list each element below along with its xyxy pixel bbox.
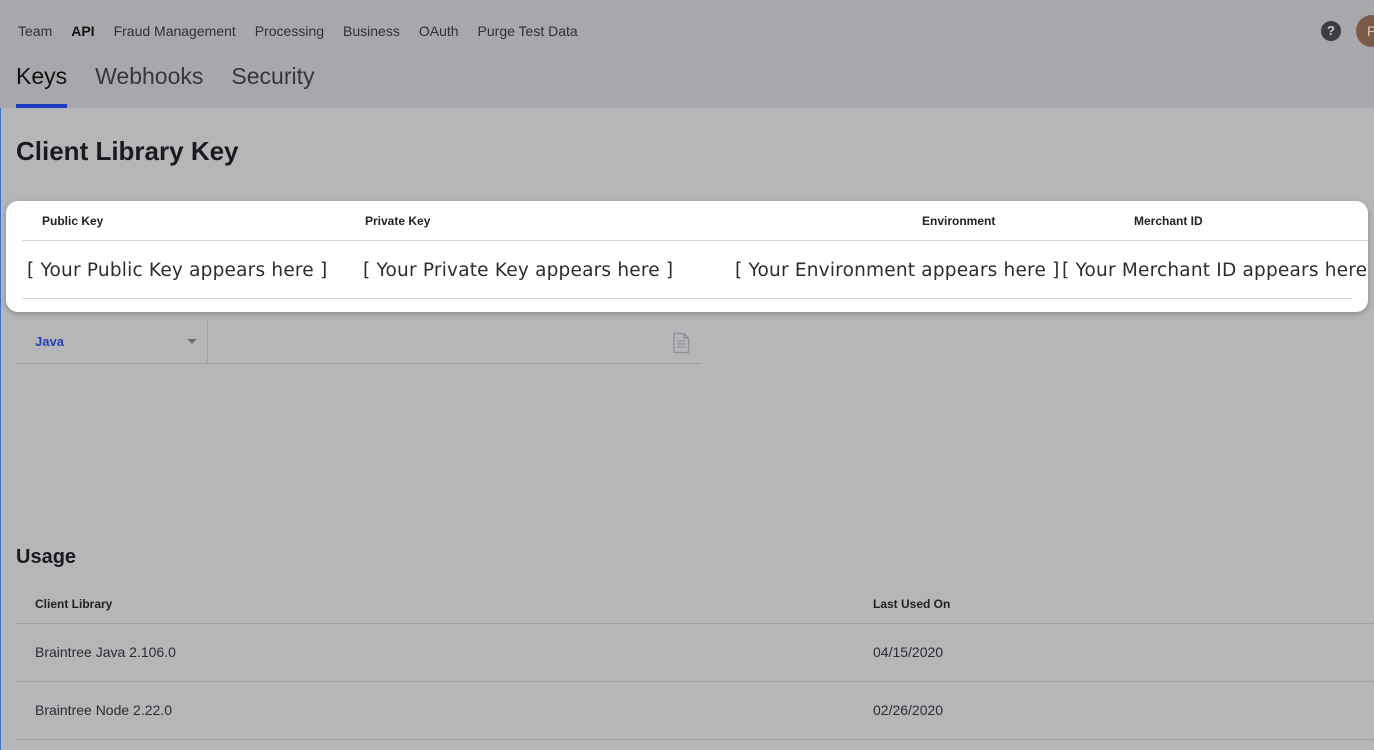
private-key-value[interactable]: [ Your Private Key appears here ] bbox=[363, 260, 673, 281]
column-header-private-key: Private Key bbox=[365, 214, 431, 228]
nav-item-business[interactable]: Business bbox=[343, 22, 400, 40]
nav-item-fraud-management[interactable]: Fraud Management bbox=[114, 22, 236, 40]
column-header-last-used-on: Last Used On bbox=[873, 597, 951, 611]
divider bbox=[22, 240, 1368, 241]
table-row: Braintree Node 2.22.0 02/26/2020 bbox=[16, 682, 1374, 740]
table-row: Braintree Java 2.106.0 04/15/2020 bbox=[16, 624, 1374, 682]
public-key-value[interactable]: [ Your Public Key appears here ] bbox=[27, 260, 327, 281]
top-navigation: Team API Fraud Management Processing Bus… bbox=[18, 22, 597, 40]
code-snippet-bar: Java bbox=[16, 321, 702, 364]
column-header-environment: Environment bbox=[922, 214, 996, 228]
divider bbox=[22, 298, 1352, 299]
merchant-id-value[interactable]: [ Your Merchant ID appears here ] bbox=[1062, 260, 1374, 281]
chevron-down-icon bbox=[187, 339, 197, 344]
column-header-public-key: Public Key bbox=[42, 214, 104, 228]
language-select-value: Java bbox=[35, 334, 64, 349]
nav-item-purge-test-data[interactable]: Purge Test Data bbox=[478, 22, 578, 40]
usage-title: Usage bbox=[16, 546, 77, 568]
client-library-cell: Braintree Java 2.106.0 bbox=[35, 644, 176, 660]
nav-item-team[interactable]: Team bbox=[18, 22, 52, 40]
sub-tabs: Keys Webhooks Security bbox=[16, 62, 343, 108]
page-header: Team API Fraud Management Processing Bus… bbox=[0, 0, 1374, 108]
client-library-key-card: Public Key Private Key Environment Merch… bbox=[6, 201, 1374, 312]
avatar[interactable]: P bbox=[1356, 15, 1374, 47]
copy-document-icon[interactable] bbox=[671, 332, 691, 354]
window-frame-left bbox=[0, 0, 1, 750]
column-header-merchant-id: Merchant ID bbox=[1134, 214, 1203, 228]
nav-item-oauth[interactable]: OAuth bbox=[419, 22, 459, 40]
usage-table: Client Library Last Used On Braintree Ja… bbox=[16, 586, 1374, 740]
environment-value[interactable]: [ Your Environment appears here ] bbox=[735, 260, 1060, 281]
client-library-cell: Braintree Node 2.22.0 bbox=[35, 702, 172, 718]
tab-security[interactable]: Security bbox=[231, 62, 314, 108]
last-used-cell: 02/26/2020 bbox=[873, 702, 944, 718]
page-title: Client Library Key bbox=[16, 136, 239, 166]
table-header: Client Library Last Used On bbox=[16, 586, 1374, 624]
tab-keys[interactable]: Keys bbox=[16, 62, 68, 108]
nav-item-processing[interactable]: Processing bbox=[255, 22, 324, 40]
last-used-cell: 04/15/2020 bbox=[873, 644, 944, 660]
language-select[interactable]: Java bbox=[16, 321, 208, 364]
column-header-client-library: Client Library bbox=[35, 597, 113, 611]
help-icon[interactable]: ? bbox=[1321, 21, 1341, 41]
tab-webhooks[interactable]: Webhooks bbox=[95, 62, 203, 108]
nav-item-api[interactable]: API bbox=[71, 22, 94, 40]
